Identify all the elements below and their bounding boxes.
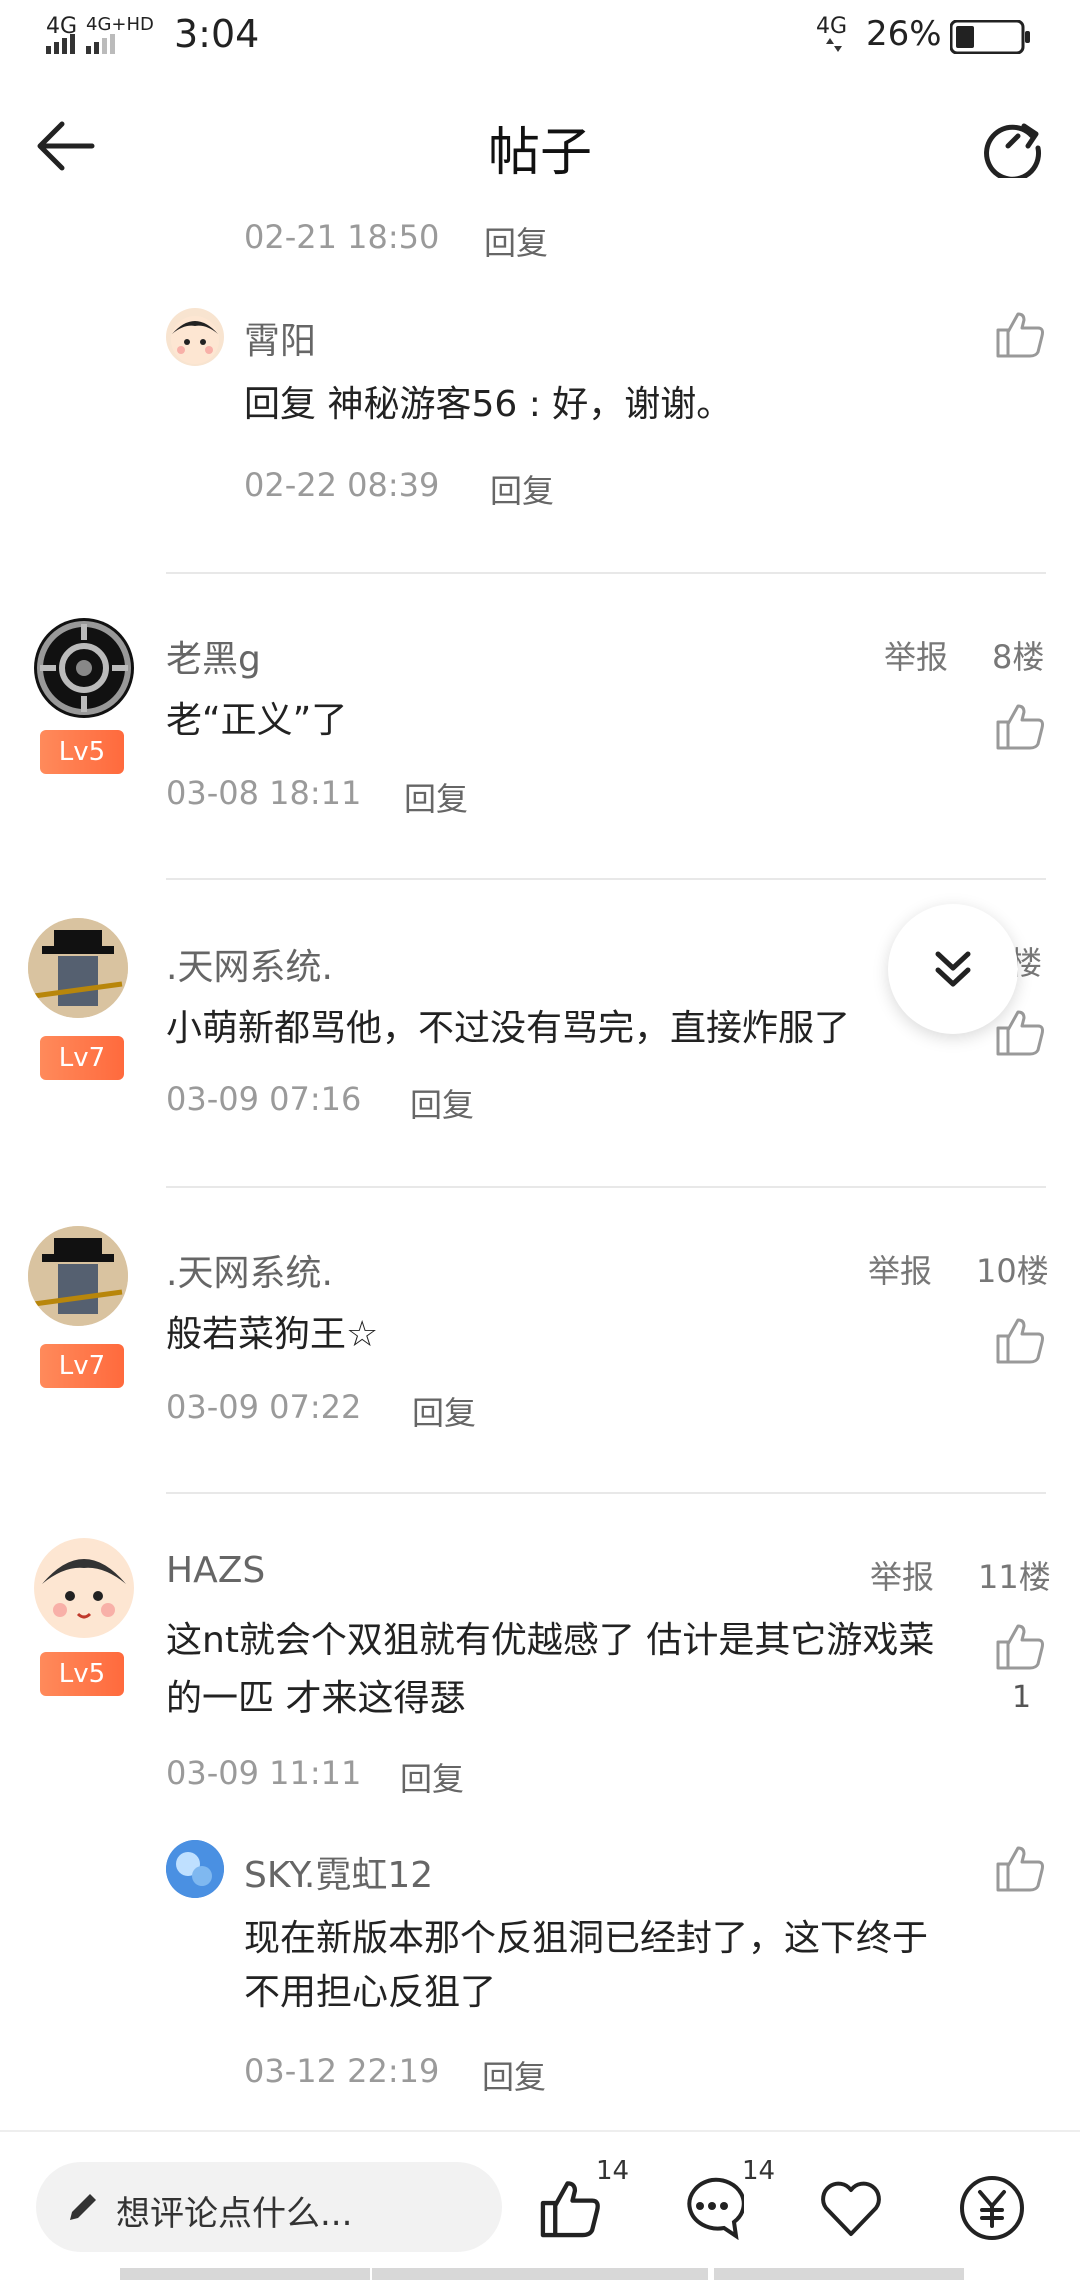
bottom-bar: 想评论点什么... 14 14 (0, 2130, 1080, 2282)
reply-button[interactable]: 回复 (404, 774, 468, 820)
comment-time: 03-08 18:11 (166, 774, 362, 812)
comment-time: 03-09 07:16 (166, 1080, 362, 1118)
divider (166, 878, 1046, 880)
reply-button[interactable]: 回复 (412, 1388, 476, 1434)
divider (166, 1186, 1046, 1188)
page-title: 帖子 (487, 123, 592, 183)
username[interactable]: .天网系统. (166, 1244, 333, 1296)
comment-time: 03-09 11:11 (166, 1754, 362, 1792)
comment-time: 03-12 22:19 (244, 2052, 440, 2090)
avatar[interactable] (34, 618, 134, 718)
comment-time: 03-09 07:22 (166, 1388, 362, 1426)
level-badge: Lv7 (40, 1344, 124, 1388)
hat-character-icon (28, 918, 128, 1018)
yuan-icon[interactable] (958, 2174, 1026, 2242)
thumbs-up-icon[interactable] (994, 1842, 1046, 1894)
status-bar: 4G 4G+HD 3:04 4G 26% (0, 0, 1080, 72)
level-badge: Lv5 (40, 730, 124, 774)
comment-time: 02-22 08:39 (244, 466, 440, 504)
comment-placeholder: 想评论点什么... (116, 2194, 353, 2234)
data-arrows-icon (826, 38, 842, 52)
reply-content-line: 不用担心反狙了 (244, 1972, 497, 2013)
divider (166, 1492, 1046, 1494)
report-button[interactable]: 举报 (870, 1552, 934, 1598)
avatar[interactable] (28, 918, 128, 1018)
thumbs-up-icon[interactable] (994, 700, 1046, 752)
like-count: 1 (1012, 1680, 1032, 1715)
reply-content-line: 现在新版本那个反狙洞已经封了，这下终于 (244, 1918, 929, 1959)
like-count: 14 (596, 2156, 630, 2186)
level-badge: Lv5 (40, 1652, 124, 1696)
avatar[interactable] (166, 308, 224, 366)
battery-icon (950, 20, 1030, 54)
scp-logo-icon (37, 621, 131, 715)
reply-button[interactable]: 回复 (490, 466, 554, 512)
post-content: 般若菜狗王☆ (166, 1314, 379, 1355)
nav-indicator (714, 2268, 964, 2280)
comment-icon[interactable] (680, 2176, 744, 2240)
battery-percent: 26% (866, 14, 942, 54)
heart-icon[interactable] (818, 2178, 884, 2238)
reply-content: 回复 神秘游客56 : 好，谢谢。 (244, 384, 733, 425)
nav-indicator (372, 2268, 708, 2280)
thumbs-up-icon[interactable] (538, 2176, 602, 2240)
avatar[interactable] (34, 1538, 134, 1638)
post-content: 老“正义”了 (166, 700, 348, 741)
signal-icon-2 (86, 34, 115, 54)
username[interactable]: 老黑g (166, 630, 261, 682)
blue-abstract-icon (166, 1840, 224, 1898)
floor-number: 11楼 (978, 1558, 1051, 1596)
thumbs-up-icon[interactable] (994, 1620, 1046, 1672)
nav-indicator (120, 2268, 370, 2280)
hat-character-icon (28, 1226, 128, 1326)
report-button[interactable]: 举报 (868, 1246, 932, 1292)
header: 帖子 (0, 72, 1080, 222)
post-content-line: 的一匹 才来这得瑟 (166, 1678, 466, 1719)
pencil-icon (70, 2194, 96, 2220)
thumbs-up-icon[interactable] (994, 1314, 1046, 1366)
comment-input[interactable]: 想评论点什么... (36, 2162, 502, 2252)
reply-button[interactable]: 回复 (400, 1754, 464, 1800)
reply-button[interactable]: 回复 (410, 1080, 474, 1126)
username[interactable]: .天网系统. (166, 938, 333, 990)
username[interactable]: 霄阳 (244, 312, 316, 364)
scroll-to-bottom-button[interactable] (888, 904, 1018, 1034)
comment-count: 14 (742, 2156, 776, 2186)
comment-time: 02-21 18:50 (244, 218, 440, 256)
username[interactable]: SKY.霓虹12 (244, 1846, 433, 1898)
network-indicator-left2: 4G+HD (86, 14, 154, 35)
network-indicator-right: 4G (816, 14, 848, 39)
floor-number: 10楼 (976, 1252, 1049, 1290)
avatar[interactable] (28, 1226, 128, 1326)
refresh-icon[interactable] (980, 112, 1046, 178)
post-content: 小萌新都骂他，不过没有骂完，直接炸服了 (166, 1008, 851, 1049)
floor-number: 8楼 (992, 638, 1045, 676)
thumbs-up-icon[interactable] (994, 308, 1046, 360)
cartoon-face-icon (42, 1552, 126, 1636)
cartoon-face-icon (171, 316, 219, 364)
level-badge: Lv7 (40, 1036, 124, 1080)
signal-icon (46, 34, 75, 54)
report-button[interactable]: 举报 (884, 632, 948, 678)
reply-button[interactable]: 回复 (484, 218, 548, 264)
clock: 3:04 (174, 12, 260, 56)
reply-button[interactable]: 回复 (482, 2052, 546, 2098)
divider (166, 572, 1046, 574)
post-content-line: 这nt就会个双狙就有优越感了 估计是其它游戏菜 (166, 1620, 935, 1661)
double-chevron-down-icon (935, 951, 971, 987)
avatar[interactable] (166, 1840, 224, 1898)
username[interactable]: HAZS (166, 1550, 265, 1591)
